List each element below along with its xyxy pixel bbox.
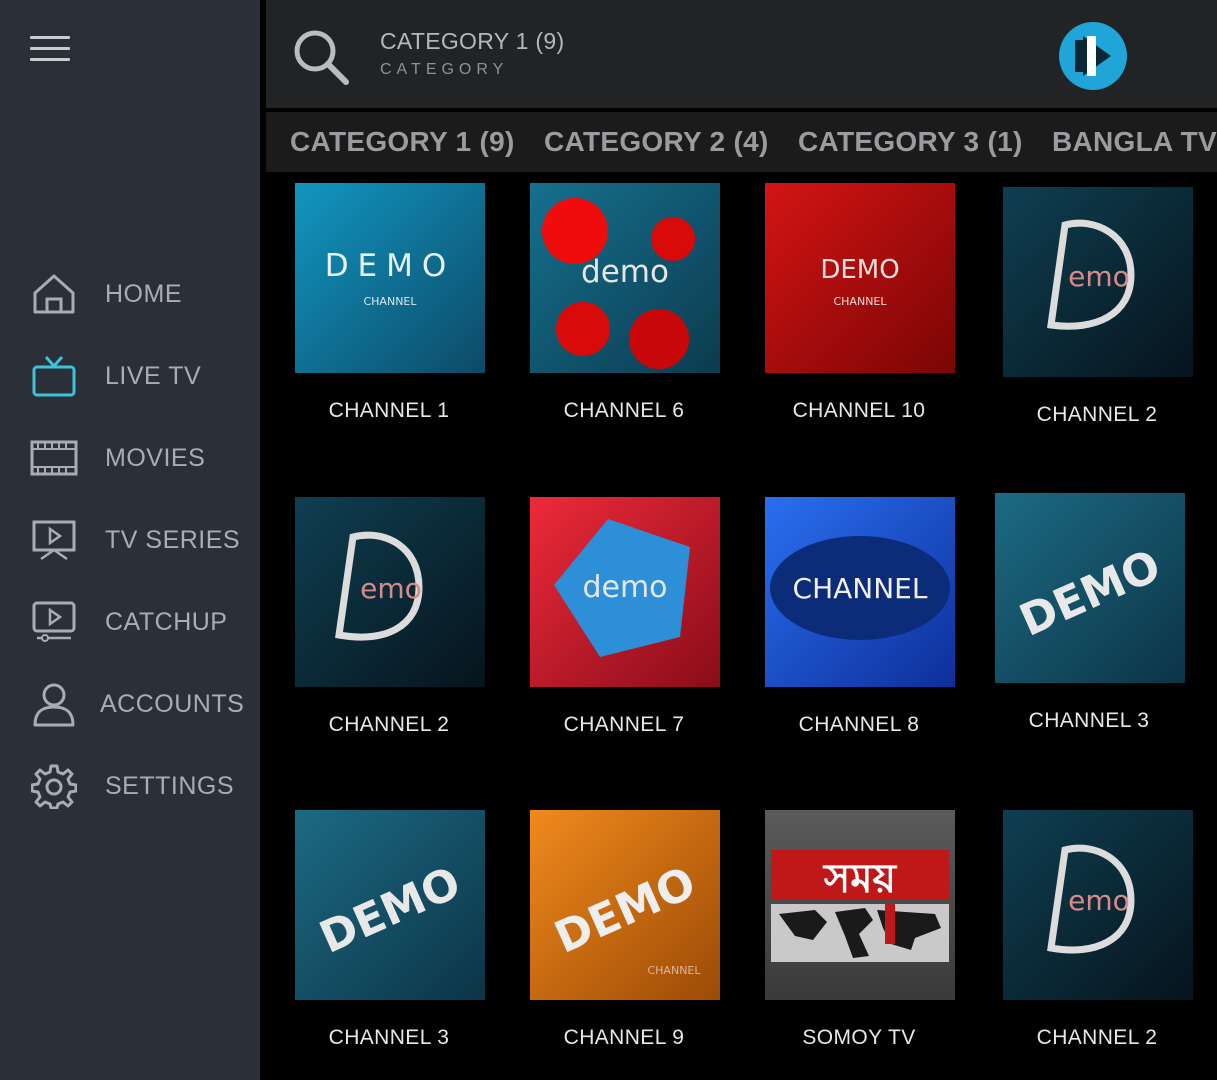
channel-logo-text: DEMO [820, 255, 899, 285]
tab-category-3[interactable]: CATEGORY 3 (1) [798, 126, 1023, 158]
channel-name: CHANNEL 3 [1028, 709, 1150, 732]
channel-tile[interactable]: DEMO [295, 810, 485, 1000]
channel-tile[interactable]: DEMO CHANNEL [295, 183, 485, 373]
sidebar-item-catchup[interactable]: CATCHUP [30, 594, 255, 650]
channel-logo-text: emo [1068, 884, 1130, 917]
channel-name: SOMOY TV [802, 1026, 916, 1049]
channel-tile[interactable]: demo [530, 497, 720, 687]
sidebar-item-label: TV SERIES [105, 525, 241, 554]
sidebar-item-label: ACCOUNTS [100, 689, 245, 718]
page-title: CATEGORY 1 (9) [380, 28, 565, 54]
channel-name: CHANNEL 2 [1036, 1026, 1158, 1049]
tab-category-2[interactable]: CATEGORY 2 (4) [544, 126, 769, 158]
channel-name: CHANNEL 6 [563, 399, 685, 422]
channel-tile[interactable]: demo [530, 183, 720, 373]
channel-logo-text: emo [1068, 260, 1130, 293]
channel-name: CHANNEL 2 [1036, 403, 1158, 426]
page-subtitle: CATEGORY [380, 61, 509, 78]
gear-icon [30, 762, 78, 810]
channel-logo-text: demo [581, 254, 669, 290]
search-icon[interactable] [292, 28, 350, 86]
channel-logo-subtext: CHANNEL [647, 964, 701, 977]
channel-logo-text: demo [582, 570, 667, 605]
top-bar: CATEGORY 1 (9) CATEGORY [266, 0, 1217, 108]
channel-tile[interactable]: DEMO [995, 493, 1185, 683]
user-icon [30, 680, 78, 728]
channel-logo-text: CHANNEL [793, 572, 928, 605]
channel-name: CHANNEL 7 [563, 713, 685, 736]
app-logo-icon [1059, 22, 1127, 90]
tab-category-1[interactable]: CATEGORY 1 (9) [290, 126, 515, 158]
sidebar-item-label: LIVE TV [105, 361, 202, 390]
channel-name: CHANNEL 1 [328, 399, 450, 422]
sidebar: HOME LIVE TV MOVIES TV SERIES CATCHUP AC… [0, 0, 260, 1080]
sidebar-item-settings[interactable]: SETTINGS [30, 758, 255, 814]
channel-logo-text: DEMO [325, 248, 456, 284]
sidebar-item-label: MOVIES [105, 443, 206, 472]
channel-tile[interactable]: CHANNEL [765, 497, 955, 687]
sidebar-item-label: CATCHUP [105, 607, 228, 636]
channel-logo-text: সময় [822, 856, 898, 902]
channel-tile[interactable]: DEMO CHANNEL [765, 183, 955, 373]
film-icon [30, 434, 78, 482]
channel-tile[interactable]: সময় [765, 810, 955, 1000]
channel-name: CHANNEL 3 [328, 1026, 450, 1049]
catchup-icon [30, 598, 78, 646]
channel-tile[interactable]: emo [1003, 810, 1193, 1000]
channel-logo-subtext: CHANNEL [363, 295, 417, 308]
channel-logo-text: emo [360, 572, 422, 605]
home-icon [30, 270, 78, 318]
sidebar-item-label: SETTINGS [105, 771, 235, 800]
channel-name: CHANNEL 8 [798, 713, 920, 736]
channel-name: CHANNEL 2 [328, 713, 450, 736]
sidebar-item-home[interactable]: HOME [30, 266, 255, 322]
sidebar-item-label: HOME [105, 279, 182, 308]
sidebar-item-accounts[interactable]: ACCOUNTS [30, 676, 255, 732]
channel-tile[interactable]: emo [1003, 187, 1193, 377]
series-icon [30, 516, 78, 564]
category-tabs: CATEGORY 1 (9) CATEGORY 2 (4) CATEGORY 3… [266, 112, 1217, 172]
sidebar-item-movies[interactable]: MOVIES [30, 430, 255, 486]
tab-bangla-tv[interactable]: BANGLA TV [1052, 126, 1217, 158]
sidebar-item-tv-series[interactable]: TV SERIES [30, 512, 255, 568]
channel-logo-subtext: CHANNEL [833, 295, 887, 308]
menu-icon[interactable] [30, 36, 70, 64]
sidebar-item-live-tv[interactable]: LIVE TV [30, 348, 255, 404]
channel-tile[interactable]: emo [295, 497, 485, 687]
channel-name: CHANNEL 9 [563, 1026, 685, 1049]
channel-name: CHANNEL 10 [792, 399, 926, 422]
channel-tile[interactable]: DEMO CHANNEL [530, 810, 720, 1000]
tv-icon [30, 352, 78, 400]
